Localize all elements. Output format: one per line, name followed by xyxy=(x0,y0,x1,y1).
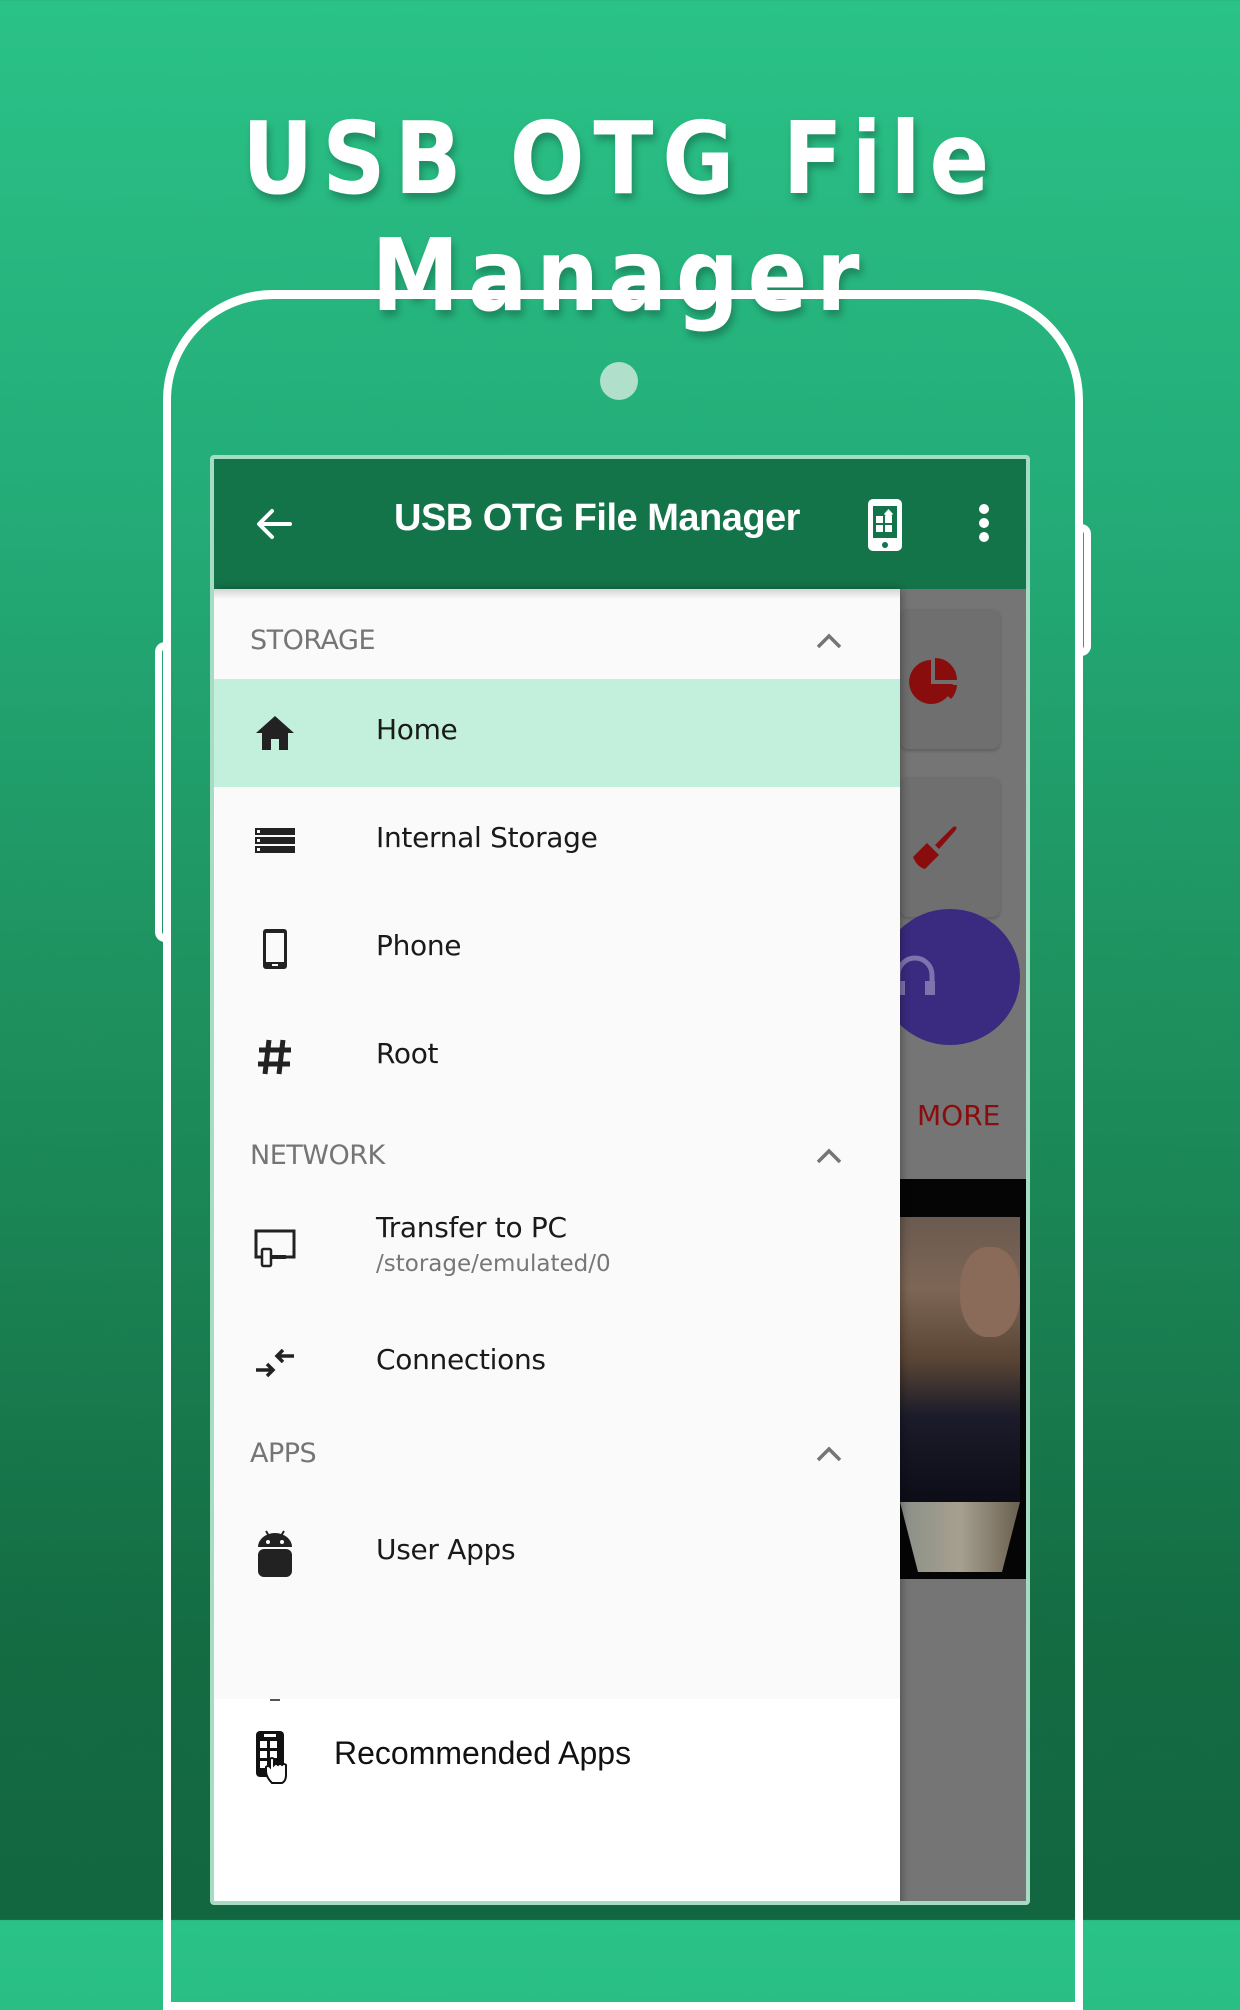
devices-icon xyxy=(254,1229,296,1268)
drawer-item-connections[interactable]: Connections xyxy=(214,1309,900,1417)
music-category-button xyxy=(880,909,1020,1045)
drawer-item-home[interactable]: Home xyxy=(214,679,900,787)
more-link: MORE xyxy=(917,1099,1001,1132)
section-header-apps[interactable]: APPS xyxy=(214,1424,900,1484)
main-content-dimmed: MORE xyxy=(880,589,1026,1901)
arrow-left-icon[interactable] xyxy=(250,499,300,549)
compare-arrows-icon xyxy=(256,1348,294,1378)
drawer-item-user-apps[interactable]: User Apps xyxy=(214,1499,900,1607)
chevron-up-icon[interactable] xyxy=(814,629,844,653)
section-label: NETWORK xyxy=(250,1140,385,1171)
storage-icon xyxy=(255,828,295,853)
section-label: APPS xyxy=(250,1438,317,1469)
brush-icon xyxy=(913,826,957,869)
chevron-up-icon[interactable] xyxy=(814,1442,844,1466)
drawer-item-label: User Apps xyxy=(376,1533,516,1566)
recommended-apps-item[interactable]: Recommended Apps xyxy=(214,1699,900,1901)
drawer-item-label: Home xyxy=(376,713,458,746)
phone-touch-icon xyxy=(256,1731,287,1784)
app-toolbar: USB OTG File Manager xyxy=(214,459,1026,589)
more-vert-icon[interactable] xyxy=(974,499,994,549)
phone-camera xyxy=(600,362,638,400)
recommended-apps-label: Recommended Apps xyxy=(334,1735,632,1771)
drawer-item-label: Connections xyxy=(376,1343,546,1376)
photo-thumbnail xyxy=(900,1502,1020,1572)
drawer-item-label: Transfer to PC xyxy=(376,1211,567,1244)
chevron-up-icon[interactable] xyxy=(814,1144,844,1168)
navigation-drawer: STORAGE Home Internal Storage Phone Root… xyxy=(214,589,900,1901)
drawer-item-label: Phone xyxy=(376,929,462,962)
cleaner-card xyxy=(900,777,1000,917)
drawer-item-internal-storage[interactable]: Internal Storage xyxy=(214,787,900,895)
android-icon xyxy=(258,1530,292,1577)
photo-thumbnail xyxy=(900,1217,1020,1502)
pie-chart-icon xyxy=(909,658,957,704)
toolbar-title: USB OTG File Manager xyxy=(394,497,800,539)
drawer-item-root[interactable]: Root xyxy=(214,1003,900,1111)
phone-apps-icon[interactable] xyxy=(866,497,904,553)
home-icon xyxy=(256,716,294,750)
recent-photos-strip xyxy=(900,1179,1026,1579)
hash-icon xyxy=(258,1039,291,1075)
drawer-item-phone[interactable]: Phone xyxy=(214,895,900,1003)
section-header-storage[interactable]: STORAGE xyxy=(214,611,900,671)
drawer-item-sublabel: /storage/emulated/0 xyxy=(376,1251,611,1277)
section-label: STORAGE xyxy=(250,625,376,656)
drawer-item-label: Root xyxy=(376,1037,439,1070)
phone-screen: USB OTG File Manager MORE STORAGE Home I… xyxy=(210,455,1030,1905)
drawer-item-transfer-to-pc[interactable]: Transfer to PC /storage/emulated/0 xyxy=(214,1189,900,1309)
phone-side-button-right xyxy=(1077,524,1091,656)
section-header-network[interactable]: NETWORK xyxy=(214,1126,900,1186)
drawer-item-label: Internal Storage xyxy=(376,821,598,854)
smartphone-icon xyxy=(263,929,287,969)
phone-side-button-left xyxy=(155,642,169,942)
storage-card xyxy=(900,609,1000,749)
